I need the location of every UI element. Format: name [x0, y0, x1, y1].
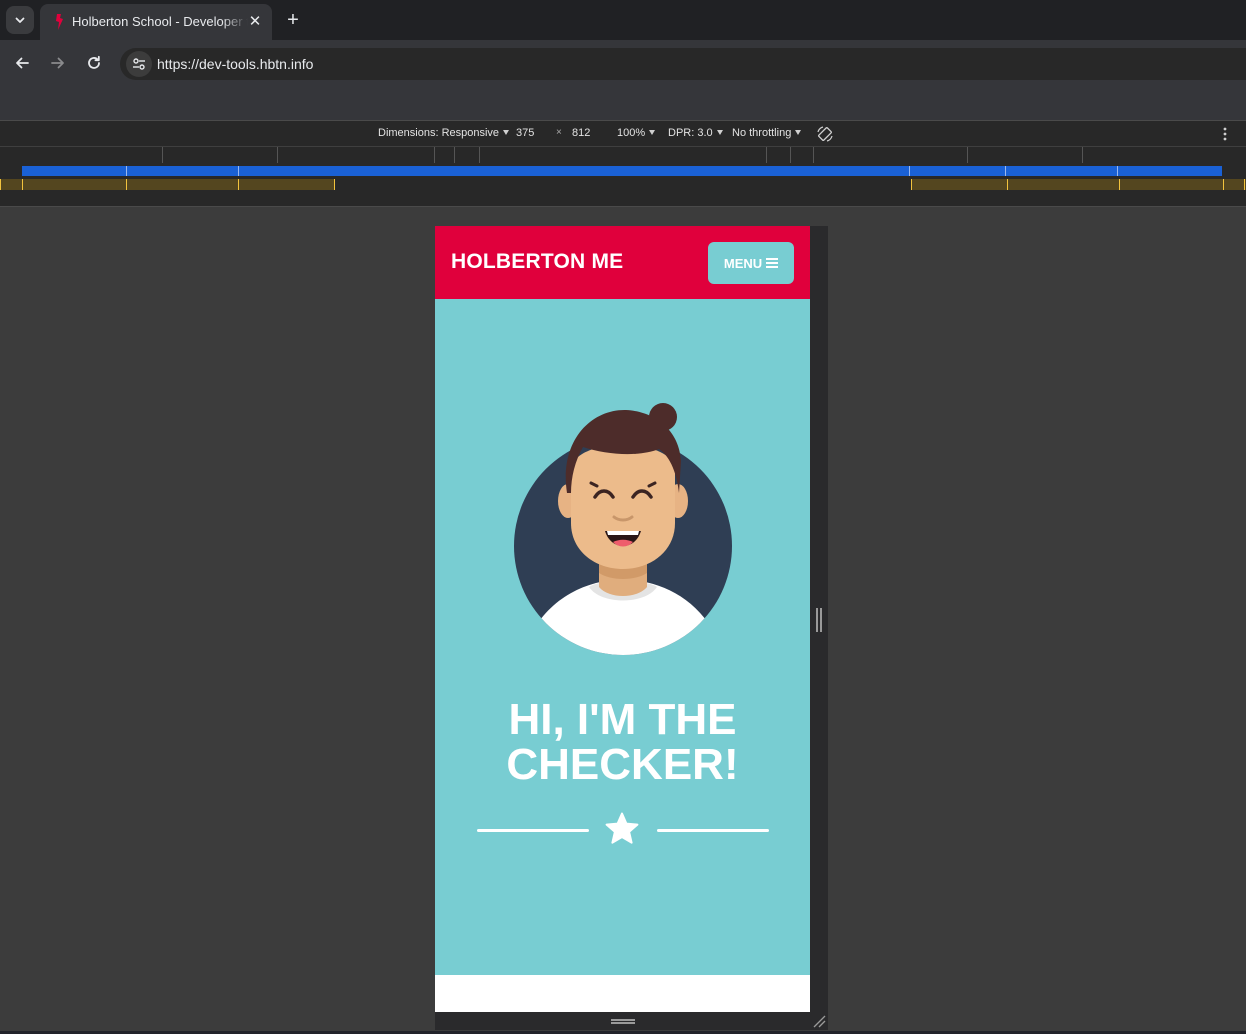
rotate-icon[interactable] — [816, 125, 834, 143]
throttling-label: No throttling — [732, 127, 792, 139]
site-logo[interactable]: HOLBERTON ME — [451, 250, 623, 274]
reload-button[interactable] — [80, 52, 108, 74]
query-divider — [1119, 179, 1120, 190]
address-bar[interactable]: https://dev-tools.hbtn.info — [120, 48, 1246, 80]
site-header: HOLBERTON ME MENU — [435, 226, 810, 299]
query-divider — [1244, 179, 1245, 190]
preset-divider — [1082, 147, 1083, 163]
tab-search-button[interactable] — [6, 6, 34, 34]
more-options-icon[interactable] — [1222, 126, 1228, 142]
query-divider — [126, 179, 127, 190]
device-toolbar: Dimensions: Responsive 375 × 812 100% DP… — [0, 120, 1246, 146]
dimensions-label: Dimensions: Responsive — [378, 127, 500, 139]
query-divider — [126, 166, 127, 176]
caret-down-icon — [795, 130, 802, 135]
caret-down-icon — [649, 130, 656, 135]
query-divider — [909, 166, 910, 176]
url-text: https://dev-tools.hbtn.info — [157, 56, 314, 72]
active-tab[interactable]: Holberton School - Developer tools ✕ — [40, 4, 272, 40]
site-info-button[interactable] — [126, 51, 152, 77]
max-width-query[interactable] — [22, 166, 1222, 176]
tab-strip: Holberton School - Developer tools ✕ + — [0, 0, 1246, 40]
query-divider — [238, 166, 239, 176]
preset-divider — [454, 147, 455, 163]
caret-down-icon — [503, 130, 510, 135]
preset-divider — [479, 147, 480, 163]
preset-divider — [162, 147, 163, 163]
query-divider — [238, 179, 239, 190]
query-divider — [0, 179, 1, 190]
query-divider — [1007, 179, 1008, 190]
new-tab-icon[interactable]: + — [283, 9, 303, 31]
tab-title: Holberton School - Developer tools — [72, 14, 248, 29]
right-resize-handle[interactable] — [816, 608, 822, 632]
preset-divider — [766, 147, 767, 163]
preset-divider — [277, 147, 278, 163]
corner-resize-icon[interactable] — [812, 1014, 826, 1028]
times-sign: × — [556, 127, 562, 138]
caret-down-icon — [716, 130, 723, 135]
preset-divider — [790, 147, 791, 163]
query-divider — [1005, 166, 1006, 176]
browser-toolbar: https://dev-tools.hbtn.info — [0, 40, 1246, 120]
zoom-label: 100% — [617, 127, 646, 139]
dpr-label: DPR: 3.0 — [668, 127, 713, 139]
hero-title-line-2: CHECKER! — [506, 740, 739, 789]
site-info-icon — [133, 58, 145, 70]
close-tab-icon[interactable]: ✕ — [246, 13, 264, 31]
device-viewport: HOLBERTON ME MENU HI, I'M THE CHECKER! — [435, 226, 810, 1012]
query-divider — [911, 179, 912, 190]
preset-divider — [967, 147, 968, 163]
dpr-dropdown[interactable]: DPR: 3.0 — [668, 127, 723, 139]
reload-icon — [88, 55, 100, 69]
hero-title: HI, I'M THE CHECKER! — [435, 697, 810, 787]
forward-icon — [51, 57, 64, 69]
hamburger-icon — [766, 258, 779, 268]
dimensions-dropdown[interactable]: Dimensions: Responsive — [378, 127, 510, 139]
query-divider — [1223, 179, 1224, 190]
preset-divider — [434, 147, 435, 163]
bottom-resize-handle[interactable] — [611, 1019, 635, 1024]
forward-button[interactable] — [44, 52, 72, 74]
query-divider — [334, 179, 335, 190]
preset-divider — [813, 147, 814, 163]
back-button[interactable] — [8, 52, 36, 74]
divider-line-left — [477, 829, 589, 832]
star-divider — [477, 811, 769, 847]
menu-button[interactable]: MENU — [708, 242, 794, 284]
height-input[interactable]: 812 — [572, 127, 590, 139]
media-query-min-width-bar — [0, 177, 1246, 191]
divider-line-right — [657, 829, 769, 832]
menu-label: MENU — [723, 255, 763, 271]
holberton-favicon-icon — [56, 14, 63, 30]
min-width-query-left[interactable] — [0, 179, 334, 190]
hero-section: HI, I'M THE CHECKER! — [435, 299, 810, 975]
media-query-max-width-bar — [0, 163, 1246, 177]
query-divider — [1117, 166, 1118, 176]
avatar-illustration — [514, 403, 732, 655]
star-icon — [605, 812, 639, 844]
min-width-query-right[interactable] — [911, 179, 1246, 190]
back-icon — [16, 57, 29, 69]
device-presets-bar[interactable] — [0, 146, 1246, 163]
query-divider — [22, 179, 23, 190]
zoom-dropdown[interactable]: 100% — [617, 127, 656, 139]
chevron-down-icon — [15, 17, 25, 23]
width-input[interactable]: 375 — [516, 127, 534, 139]
throttling-dropdown[interactable]: No throttling — [732, 127, 802, 139]
hero-title-line-1: HI, I'M THE — [508, 695, 737, 744]
ruler-spacer — [0, 191, 1246, 207]
